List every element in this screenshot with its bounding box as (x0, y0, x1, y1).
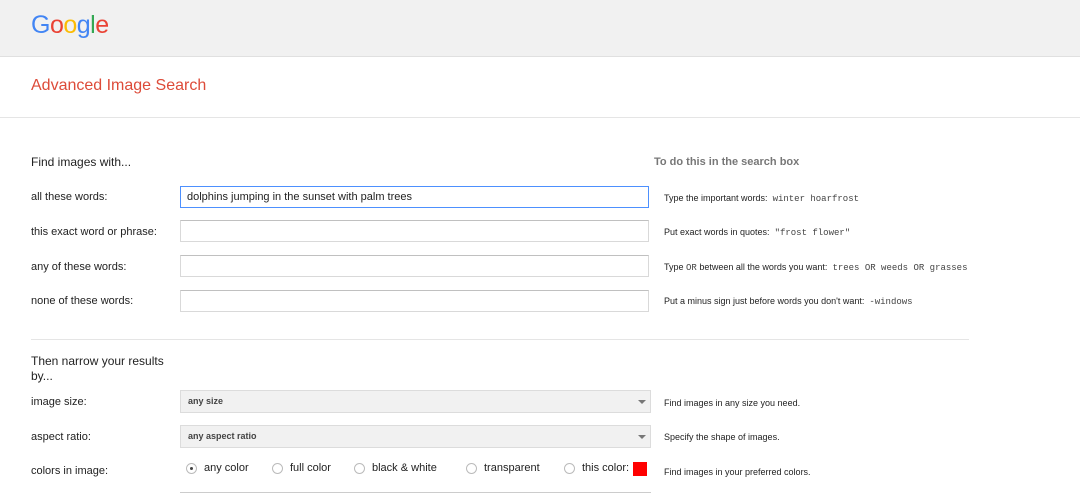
hint-text: Put exact words in quotes: (664, 227, 770, 237)
radio-full-color[interactable]: full color (272, 462, 331, 474)
radio-label: any color (204, 462, 249, 474)
colors-label: colors in image: (31, 465, 109, 477)
next-field-edge (180, 492, 651, 499)
dropdown-arrow-icon (638, 435, 646, 439)
page-title: Advanced Image Search (31, 77, 207, 94)
radio-transparent[interactable]: transparent (466, 462, 540, 474)
aspect-ratio-hint: Specify the shape of images. (664, 432, 780, 442)
radio-any-color[interactable]: any color (186, 462, 249, 474)
logo-letter: e (95, 11, 109, 39)
hint-text: Type (664, 262, 684, 272)
color-swatch[interactable] (633, 462, 647, 476)
hint-example: "frost flower" (774, 228, 851, 238)
hint-example: trees OR weeds OR grasses (832, 263, 968, 273)
top-bar: Google (0, 0, 1080, 57)
radio-unchecked-icon (272, 462, 283, 474)
none-words-input[interactable] (180, 290, 649, 312)
google-logo[interactable]: Google (31, 11, 109, 40)
narrow-heading-line2: by... (31, 369, 53, 383)
logo-letter: o (63, 11, 77, 39)
aspect-ratio-select[interactable]: any aspect ratio (180, 425, 651, 448)
logo-letter: o (49, 11, 64, 39)
logo-letter: g (76, 11, 91, 39)
colors-hint: Find images in your preferred colors. (664, 467, 811, 477)
image-size-hint: Find images in any size you need. (664, 398, 801, 408)
title-bar: Advanced Image Search (0, 57, 1080, 118)
radio-label: black & white (372, 462, 437, 474)
hint-or: OR (686, 263, 697, 273)
exact-phrase-input[interactable] (180, 220, 649, 242)
image-size-value: any size (188, 396, 224, 406)
all-words-label: all these words: (31, 191, 108, 203)
radio-checked-icon (186, 462, 197, 474)
all-words-hint: Type the important words: winter hoarfro… (664, 193, 859, 204)
hint-text: Put a minus sign just before words you d… (664, 296, 865, 306)
hint-text-2: between all the words you want: (699, 262, 828, 272)
radio-black-white[interactable]: black & white (354, 462, 437, 474)
dropdown-arrow-icon (638, 400, 646, 404)
any-words-label: any of these words: (31, 261, 127, 273)
radio-unchecked-icon (466, 462, 477, 474)
aspect-ratio-value: any aspect ratio (188, 431, 257, 441)
hint-example: -windows (869, 297, 913, 307)
narrow-section-heading: Then narrow your results by... (31, 354, 164, 384)
aspect-ratio-label: aspect ratio: (31, 431, 91, 443)
hint-example: winter hoarfrost (772, 194, 859, 204)
search-box-tips-heading: To do this in the search box (654, 156, 800, 168)
radio-this-color[interactable]: this color: (564, 462, 629, 474)
image-size-select[interactable]: any size (180, 390, 651, 413)
exact-phrase-label: this exact word or phrase: (31, 226, 157, 238)
image-size-label: image size: (31, 396, 87, 408)
section-divider (31, 339, 969, 340)
any-words-input[interactable] (180, 255, 649, 277)
logo-letter: G (31, 11, 50, 39)
hint-text: Type the important words: (664, 193, 768, 203)
radio-label: transparent (484, 462, 540, 474)
any-words-hint: Type OR between all the words you want: … (664, 262, 967, 273)
all-words-input[interactable] (180, 186, 649, 208)
radio-label: full color (290, 462, 331, 474)
find-section-heading: Find images with... (31, 155, 132, 169)
narrow-heading-line1: Then narrow your results (31, 354, 164, 368)
radio-unchecked-icon (564, 462, 575, 474)
none-words-label: none of these words: (31, 295, 134, 307)
radio-label: this color: (582, 462, 630, 474)
exact-phrase-hint: Put exact words in quotes: "frost flower… (664, 227, 850, 238)
none-words-hint: Put a minus sign just before words you d… (664, 296, 913, 307)
radio-unchecked-icon (354, 462, 365, 474)
